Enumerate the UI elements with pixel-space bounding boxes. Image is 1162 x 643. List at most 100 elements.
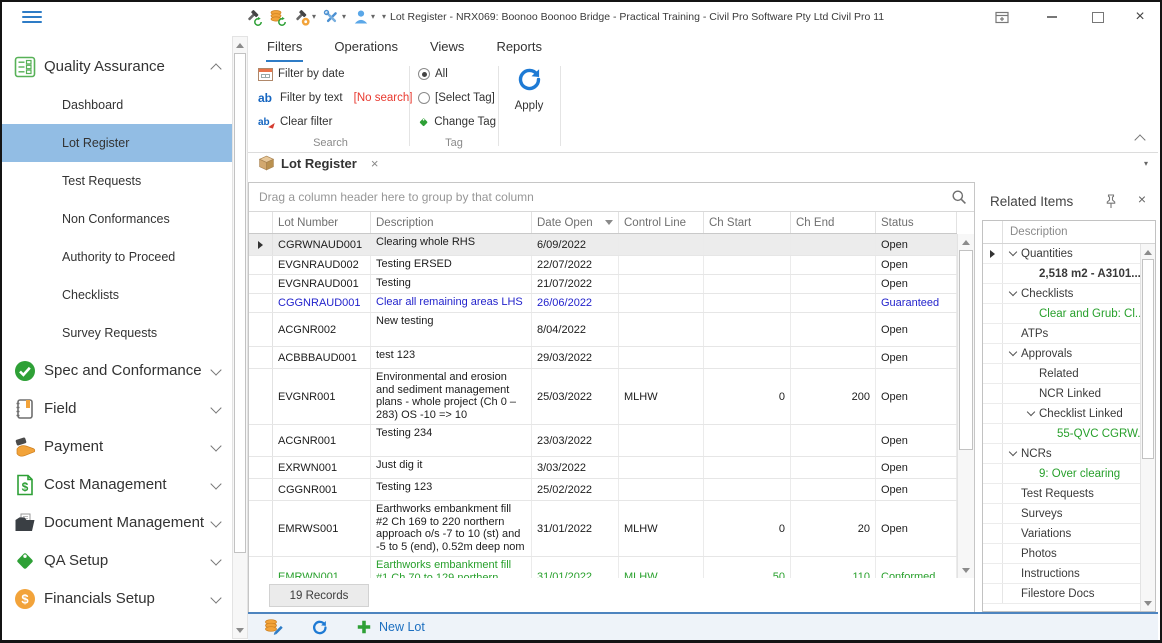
pin-icon[interactable]: [1104, 194, 1118, 214]
edit-records-icon[interactable]: [264, 618, 283, 636]
data-refresh-icon[interactable]: [269, 9, 286, 26]
table-row[interactable]: EVGNR001Environmental and erosion and se…: [249, 369, 957, 425]
chevron-down-icon[interactable]: [1009, 248, 1017, 256]
table-row[interactable]: ACBBBAUD001test 12329/03/2022Open: [249, 347, 957, 369]
clear-filter-button[interactable]: ab Clear filter: [252, 110, 409, 134]
related-tree-item-photos[interactable]: Photos: [983, 544, 1140, 564]
sidebar-section-financials-setup[interactable]: $Financials Setup: [2, 580, 232, 618]
tab-operations[interactable]: Operations: [333, 36, 399, 62]
sidebar-section-payment[interactable]: Payment: [2, 428, 232, 466]
related-tree-item-instructions[interactable]: Instructions: [983, 564, 1140, 584]
collapse-ribbon-icon[interactable]: [1134, 134, 1145, 145]
scroll-down-icon[interactable]: [233, 623, 247, 637]
chevron-down-icon[interactable]: [1027, 408, 1035, 416]
related-tree-item-55-qvc-cgrw[interactable]: 55-QVC CGRW...: [983, 424, 1140, 444]
chevron-down-icon[interactable]: [1009, 448, 1017, 456]
close-button[interactable]: ×: [1130, 8, 1150, 26]
tab-filters[interactable]: Filters: [266, 36, 303, 62]
related-tree-item-test-requests[interactable]: Test Requests: [983, 484, 1140, 504]
sidebar-scrollbar[interactable]: [232, 36, 248, 639]
minimize-button[interactable]: [1042, 8, 1062, 26]
column-header-lot-number[interactable]: Lot Number: [273, 212, 371, 233]
radio-icon[interactable]: [418, 92, 430, 104]
scrollbar-thumb[interactable]: [959, 250, 973, 450]
related-tree-item-related[interactable]: Related: [983, 364, 1140, 384]
new-lot-button[interactable]: New Lot: [356, 619, 425, 635]
column-header-status[interactable]: Status: [876, 212, 957, 233]
group-by-panel[interactable]: Drag a column header here to group by th…: [249, 183, 974, 212]
table-row[interactable]: CGGNR001Testing 12325/02/2022Open: [249, 479, 957, 501]
column-header-ch-end[interactable]: Ch End: [791, 212, 876, 233]
close-panel-icon[interactable]: ×: [1138, 191, 1146, 207]
tag-option-all[interactable]: All: [412, 62, 496, 86]
project-refresh-icon[interactable]: [245, 9, 262, 26]
table-row[interactable]: EVGNRAUD002Testing ERSED22/07/2022Open: [249, 256, 957, 275]
related-tree-item-ncrs[interactable]: NCRs: [983, 444, 1140, 464]
scroll-up-icon[interactable]: [1141, 245, 1155, 259]
tools-icon[interactable]: ▾: [323, 9, 346, 26]
sidebar-item-authority-to-proceed[interactable]: Authority to Proceed: [2, 238, 232, 276]
chevron-down-icon[interactable]: [1009, 288, 1017, 296]
column-header-ch-start[interactable]: Ch Start: [704, 212, 791, 233]
table-row[interactable]: ACGNR002New testing8/04/2022Open: [249, 313, 957, 347]
sidebar-section-qa-setup[interactable]: QA Setup: [2, 542, 232, 580]
apply-button[interactable]: Apply: [500, 62, 558, 152]
table-row[interactable]: EVGNRAUD001Testing21/07/2022Open: [249, 275, 957, 294]
scroll-down-icon[interactable]: [958, 563, 974, 577]
scroll-down-icon[interactable]: [1141, 596, 1155, 610]
sidebar-item-dashboard[interactable]: Dashboard: [2, 86, 232, 124]
maximize-button[interactable]: [1088, 8, 1108, 26]
tab-lot-register[interactable]: Lot Register ×: [258, 155, 378, 171]
table-row[interactable]: ACGNR001Testing 23423/03/2022Open: [249, 425, 957, 457]
refresh-icon[interactable]: [311, 619, 328, 636]
user-icon[interactable]: ▾: [353, 9, 375, 25]
tag-option-select-tag[interactable]: [Select Tag]: [412, 86, 496, 110]
column-header-description[interactable]: Description: [371, 212, 532, 233]
related-tree-item-clear-and-grub-cl[interactable]: Clear and Grub: Cl...: [983, 304, 1140, 324]
table-row[interactable]: EXRWN001Just dig it3/03/2022Open: [249, 457, 957, 479]
tab-reports[interactable]: Reports: [495, 36, 543, 62]
column-header-description[interactable]: Description: [1003, 221, 1155, 243]
project-settings-icon[interactable]: ▾: [293, 9, 316, 26]
sidebar-section-document-management[interactable]: Document Management: [2, 504, 232, 542]
related-tree-item-9-over-clearing[interactable]: 9: Over clearing: [983, 464, 1140, 484]
search-icon[interactable]: [951, 189, 967, 208]
related-tree-item-checklists[interactable]: Checklists: [983, 284, 1140, 304]
filter-by-date-button[interactable]: Filter by date: [252, 62, 409, 86]
tab-views[interactable]: Views: [429, 36, 465, 62]
related-tree-item-ncr-linked[interactable]: NCR Linked: [983, 384, 1140, 404]
table-row[interactable]: EMRWS001Earthworks embankment fill #2 Ch…: [249, 501, 957, 557]
related-tree-item-quantities[interactable]: Quantities: [983, 244, 1140, 264]
scroll-up-icon[interactable]: [233, 38, 247, 52]
table-row[interactable]: CGRWNAUD001Clearing whole RHS6/09/2022Op…: [249, 234, 957, 256]
column-header-date-open[interactable]: Date Open: [532, 212, 619, 233]
filter-by-text-button[interactable]: ab Filter by text [No search]: [252, 86, 409, 110]
chevron-down-icon[interactable]: [1009, 348, 1017, 356]
quick-access-dropdown-icon[interactable]: ▾: [382, 13, 386, 21]
related-tree-item-variations[interactable]: Variations: [983, 524, 1140, 544]
sidebar-item-checklists[interactable]: Checklists: [2, 276, 232, 314]
column-header-control-line[interactable]: Control Line: [619, 212, 704, 233]
close-tab-icon[interactable]: ×: [371, 156, 379, 171]
related-tree-item-surveys[interactable]: Surveys: [983, 504, 1140, 524]
menu-icon[interactable]: [22, 11, 42, 24]
sidebar-item-lot-register[interactable]: Lot Register: [2, 124, 232, 162]
new-window-button[interactable]: [992, 8, 1012, 26]
sidebar-section-spec-and-conformance[interactable]: Spec and Conformance: [2, 352, 232, 390]
tab-list-dropdown-icon[interactable]: ▾: [1144, 160, 1148, 168]
sidebar-section-field[interactable]: Field: [2, 390, 232, 428]
scroll-up-icon[interactable]: [958, 235, 974, 249]
sidebar-item-survey-requests[interactable]: Survey Requests: [2, 314, 232, 352]
related-tree-item-atps[interactable]: ATPs: [983, 324, 1140, 344]
table-row[interactable]: EMRWN001Earthworks embankment fill #1 Ch…: [249, 557, 957, 578]
grid-scrollbar[interactable]: [957, 234, 974, 578]
scrollbar-thumb[interactable]: [1142, 259, 1154, 459]
related-tree-item-filestore-docs[interactable]: Filestore Docs: [983, 584, 1140, 604]
table-row[interactable]: CGGNRAUD001Clear all remaining areas LHS…: [249, 294, 957, 313]
sidebar-item-non-conformances[interactable]: Non Conformances: [2, 200, 232, 238]
related-tree-item-2-518-m2-a3101[interactable]: 2,518 m2 - A3101....: [983, 264, 1140, 284]
related-scrollbar[interactable]: [1140, 244, 1155, 611]
radio-selected-icon[interactable]: [418, 68, 430, 80]
change-tag-button[interactable]: Change Tag: [412, 110, 496, 134]
sidebar-section-quality-assurance[interactable]: Quality Assurance: [2, 48, 232, 86]
